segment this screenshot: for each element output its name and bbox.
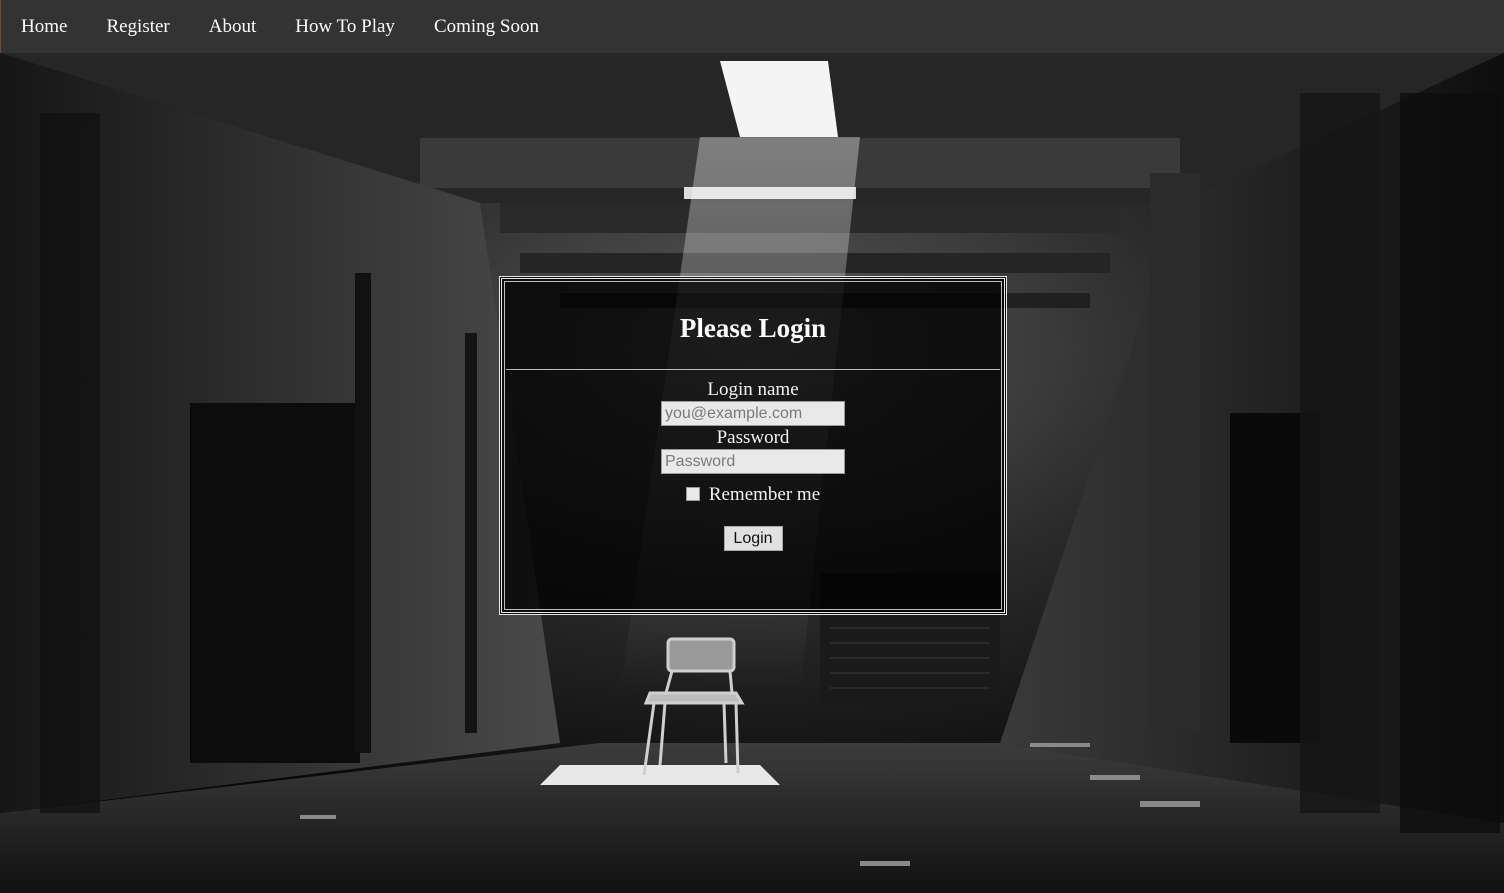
remember-me-row: Remember me bbox=[685, 484, 821, 506]
nav-register-link[interactable]: Register bbox=[106, 0, 169, 53]
page: Home Register About How To Play Coming S… bbox=[0, 0, 1504, 893]
nav-home-link[interactable]: Home bbox=[21, 0, 67, 53]
login-form: Login name Password Remember me Login bbox=[502, 370, 1004, 551]
login-name-label: Login name bbox=[707, 379, 799, 400]
remember-me-checkbox[interactable] bbox=[685, 487, 700, 501]
login-button[interactable]: Login bbox=[723, 526, 783, 551]
password-input[interactable] bbox=[661, 449, 845, 474]
login-title: Please Login bbox=[679, 313, 827, 343]
login-name-input[interactable] bbox=[661, 401, 845, 426]
top-navbar: Home Register About How To Play Coming S… bbox=[0, 0, 1504, 53]
nav-how-to-play-link[interactable]: How To Play bbox=[295, 0, 395, 53]
login-header: Please Login bbox=[506, 282, 1000, 370]
nav-coming-soon-link[interactable]: Coming Soon bbox=[434, 0, 539, 53]
nav-about-link[interactable]: About bbox=[209, 0, 257, 53]
password-label: Password bbox=[716, 427, 790, 448]
login-panel: Please Login Login name Password Remembe… bbox=[499, 276, 1007, 615]
remember-me-label: Remember me bbox=[708, 484, 821, 505]
